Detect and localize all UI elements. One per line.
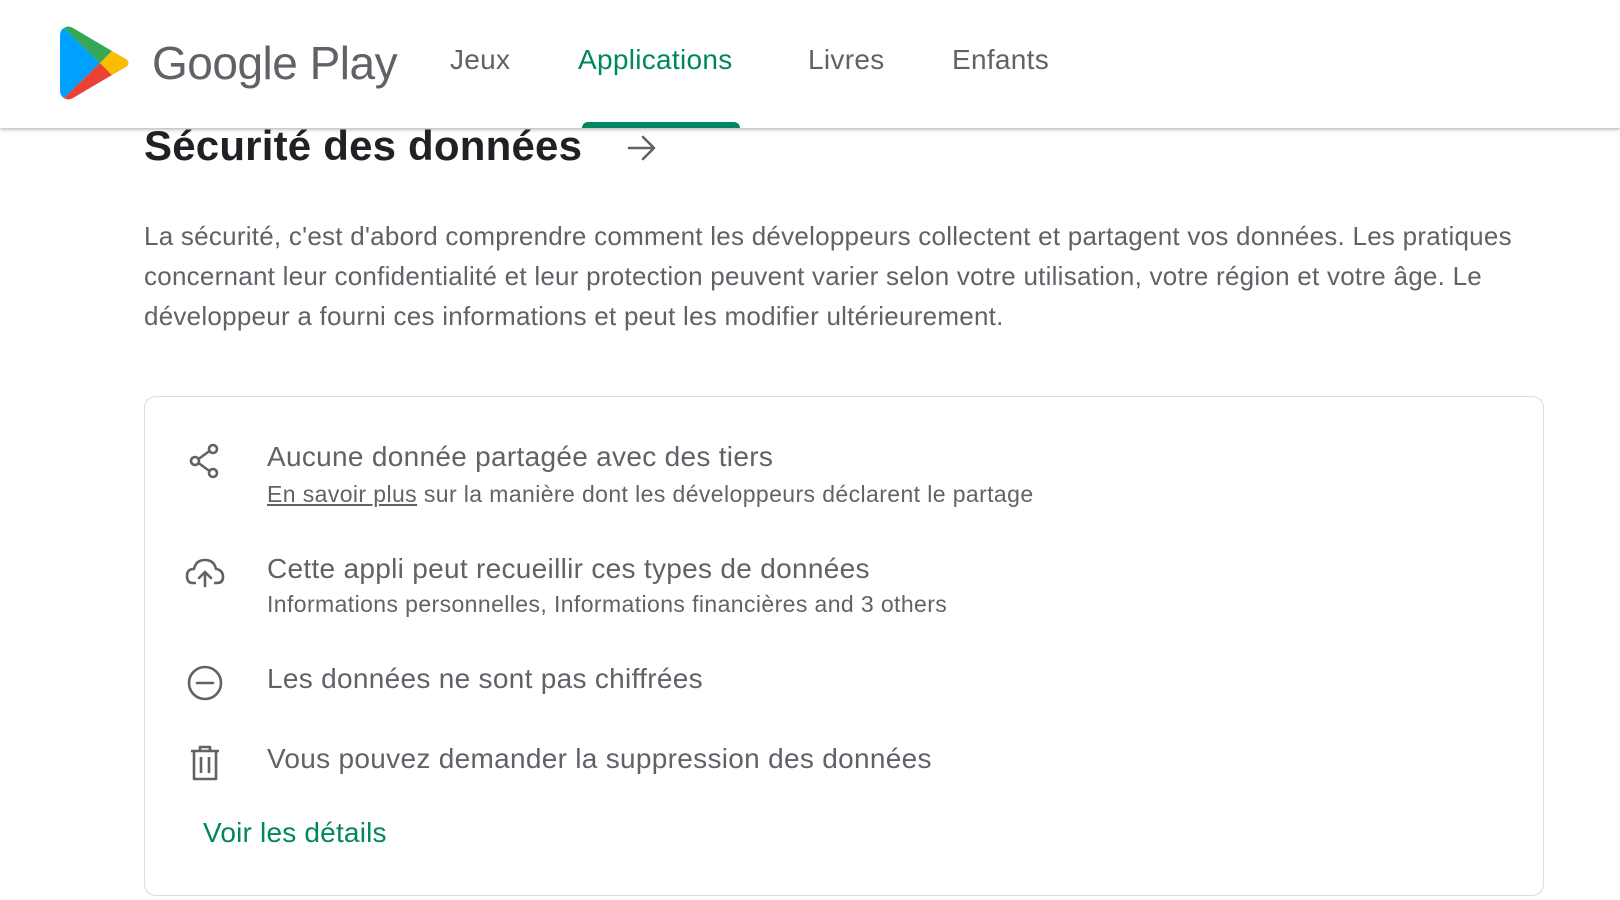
nav-tab-jeux[interactable]: Jeux: [450, 44, 510, 76]
brand-name: Google Play: [152, 37, 398, 89]
item-title: Aucune donnée partagée avec des tiers: [267, 441, 774, 472]
nav-tab-applications[interactable]: Applications: [578, 44, 733, 76]
arrow-right-icon[interactable]: [624, 130, 660, 166]
active-tab-indicator: [582, 122, 740, 128]
google-play-logo[interactable]: [60, 24, 132, 102]
cloud-upload-icon: [185, 553, 225, 593]
item-title: Vous pouvez demander la suppression des …: [267, 743, 932, 774]
nav-tab-livres[interactable]: Livres: [808, 44, 885, 76]
share-icon: [185, 441, 225, 481]
item-title: Les données ne sont pas chiffrées: [267, 663, 703, 694]
no-encryption-icon: [185, 663, 225, 703]
nav-tab-enfants[interactable]: Enfants: [952, 44, 1049, 76]
play-store-icon: [60, 26, 129, 100]
item-title: Cette appli peut recueillir ces types de…: [267, 553, 870, 584]
item-subtitle-text: sur la manière dont les développeurs déc…: [417, 481, 1034, 507]
top-app-bar: Google Play Jeux Applications Livres Enf…: [0, 0, 1620, 128]
learn-more-link[interactable]: En savoir plus: [267, 481, 417, 507]
trash-icon: [185, 743, 225, 783]
section-description: La sécurité, c'est d'abord comprendre co…: [144, 221, 1512, 331]
see-details-link[interactable]: Voir les détails: [203, 817, 387, 849]
section-title: Sécurité des données: [144, 122, 583, 169]
item-subtitle: En savoir plus sur la manière dont les d…: [267, 481, 1034, 508]
data-safety-card: Aucune donnée partagée avec des tiers En…: [144, 396, 1544, 896]
item-subtitle: Informations personnelles, Informations …: [267, 591, 948, 617]
